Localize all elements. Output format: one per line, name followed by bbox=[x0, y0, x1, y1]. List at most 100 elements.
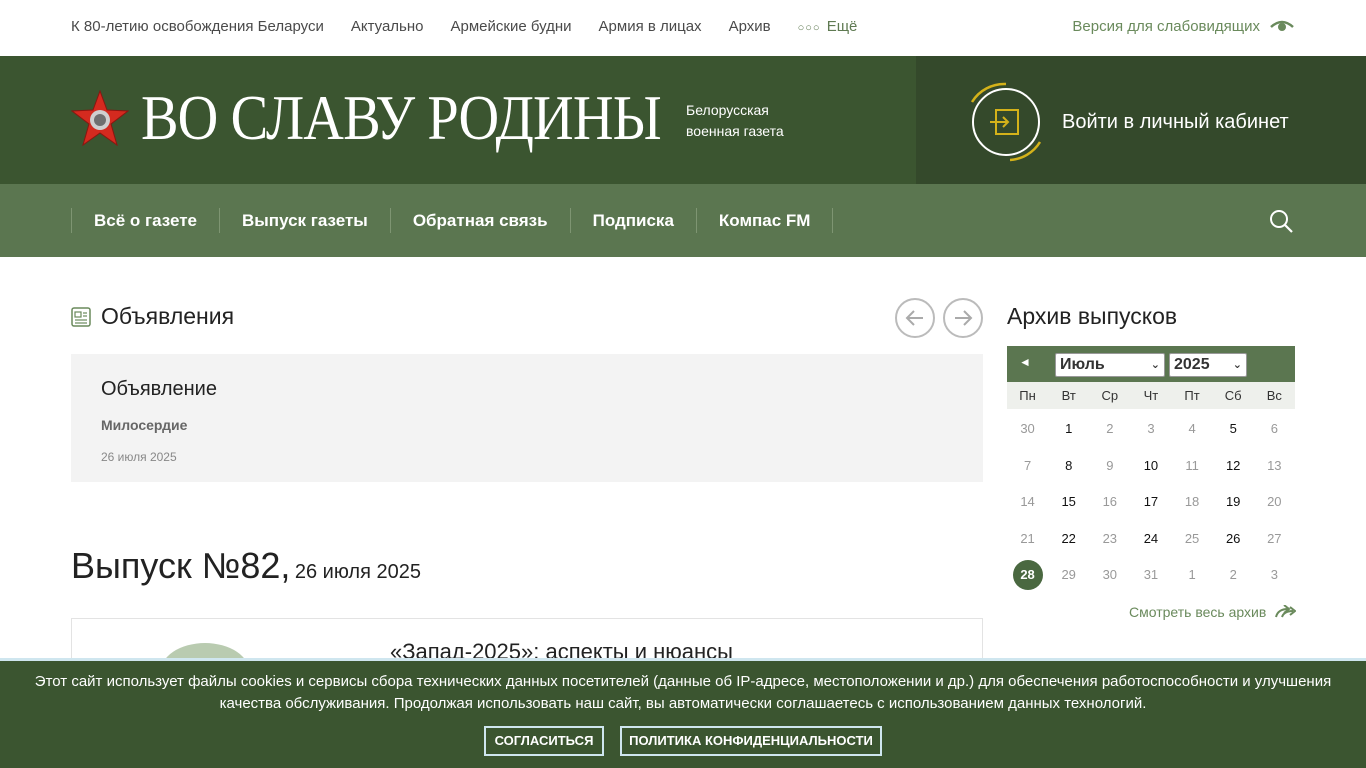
calendar-day-label: 16 bbox=[1102, 494, 1118, 510]
privacy-policy-button[interactable]: ПОЛИТИКА КОНФИДЕНЦИАЛЬНОСТИ bbox=[620, 726, 882, 756]
calendar-day-label: 11 bbox=[1185, 457, 1199, 473]
arrow-left-icon bbox=[905, 310, 923, 326]
calendar-day-label: 15 bbox=[1061, 494, 1076, 510]
announcement-title: Объявление bbox=[101, 378, 217, 400]
calendar-day[interactable]: 12 bbox=[1213, 448, 1254, 485]
calendar-day-label: 31 bbox=[1143, 567, 1159, 583]
calendar-week-row: 28 29 30 31 1 2 3 bbox=[1007, 557, 1295, 594]
calendar-day[interactable]: 10 bbox=[1130, 448, 1171, 485]
calendar-day[interactable]: 17 bbox=[1130, 484, 1171, 521]
calendar-day: 4 bbox=[1172, 411, 1213, 448]
nav-item-feedback[interactable]: Обратная связь bbox=[389, 208, 570, 233]
calendar-day[interactable]: 8 bbox=[1048, 448, 1089, 485]
login-icon bbox=[970, 82, 1042, 162]
top-nav: К 80-летию освобождения Беларуси Актуаль… bbox=[71, 18, 884, 35]
calendar-day-label: 14 bbox=[1020, 494, 1035, 510]
calendar-day: 21 bbox=[1007, 521, 1048, 558]
topnav-item-liberation[interactable]: К 80-летию освобождения Беларуси bbox=[71, 18, 324, 35]
month-select-value: Июль bbox=[1060, 356, 1105, 373]
search-icon[interactable] bbox=[1268, 208, 1294, 234]
calendar-day[interactable]: 5 bbox=[1213, 411, 1254, 448]
calendar-day-label: 27 bbox=[1267, 530, 1282, 546]
low-vision-label: Версия для слабовидящих bbox=[1072, 18, 1260, 35]
calendar-day: 29 bbox=[1048, 557, 1089, 594]
announcements-header: Объявления bbox=[71, 303, 234, 330]
calendar-day-label: 5 bbox=[1229, 421, 1237, 436]
calendar-day[interactable]: 22 bbox=[1048, 521, 1089, 558]
calendar-day[interactable]: 15 bbox=[1048, 484, 1089, 521]
nav-item-issue[interactable]: Выпуск газеты bbox=[219, 208, 390, 233]
calendar-day: 20 bbox=[1254, 484, 1295, 521]
cookie-message-line1: Этот сайт использует файлы cookies и сер… bbox=[34, 673, 1332, 690]
topnav-item-army-faces[interactable]: Армия в лицах bbox=[599, 18, 702, 35]
prev-arrow-button[interactable] bbox=[895, 298, 935, 338]
calendar-grid: 30 1 2 3 4 5 6 7 8 9 10 11 12 13 14 15 16 17 18 19 20 21 22 23 2… bbox=[1007, 411, 1295, 594]
calendar-day-label: 9 bbox=[1106, 457, 1114, 473]
weekday-label: Пт bbox=[1184, 388, 1200, 403]
month-select[interactable]: Июль ⌄ bbox=[1055, 353, 1165, 377]
chevron-down-icon: ⌄ bbox=[1232, 359, 1242, 371]
calendar-day[interactable]: 1 bbox=[1048, 411, 1089, 448]
view-archive-link[interactable]: Смотреть весь архив bbox=[1129, 604, 1297, 620]
calendar-week-row: 30 1 2 3 4 5 6 bbox=[1007, 411, 1295, 448]
issue-number: Выпуск №82, bbox=[71, 545, 291, 586]
calendar-day: 13 bbox=[1254, 448, 1295, 485]
cookie-agree-button[interactable]: СОГЛАСИТЬСЯ bbox=[484, 726, 604, 756]
cookie-message-line2: качества обслуживания. Продолжая использ… bbox=[219, 695, 1147, 712]
weekday-label: Ср bbox=[1101, 388, 1119, 403]
topnav-item-actual[interactable]: Актуально bbox=[351, 18, 424, 35]
announcement-card[interactable]: Объявление Милосердие 26 июля 2025 bbox=[71, 354, 983, 482]
weekday-label: Вс bbox=[1266, 388, 1282, 403]
weekday-label: Вт bbox=[1061, 388, 1076, 403]
login-label: Войти в личный кабинет bbox=[1062, 110, 1289, 133]
calendar-prev-icon[interactable]: ◄ bbox=[1019, 355, 1031, 369]
nav-item-kompas-fm[interactable]: Компас FM bbox=[695, 208, 834, 233]
calendar-week-row: 7 8 9 10 11 12 13 bbox=[1007, 448, 1295, 485]
calendar-day-label: 22 bbox=[1061, 530, 1076, 546]
nav-item-about[interactable]: Всё о газете bbox=[71, 208, 219, 233]
top-bar: К 80-летию освобождения Беларуси Актуаль… bbox=[0, 0, 1366, 56]
issue-heading: Выпуск №82, 26 июля 2025 bbox=[71, 545, 421, 587]
calendar-day: 3 bbox=[1130, 411, 1171, 448]
weekday-label: Сб bbox=[1224, 388, 1242, 403]
login-button[interactable]: Войти в личный кабинет bbox=[966, 82, 1289, 162]
topnav-more-button[interactable]: ○○○ Ещё bbox=[798, 18, 858, 35]
topnav-item-archive[interactable]: Архив bbox=[729, 18, 771, 35]
calendar-weekdays: Пн Вт Ср Чт Пт Сб Вс bbox=[1007, 382, 1295, 409]
calendar-day[interactable]: 26 bbox=[1213, 521, 1254, 558]
calendar-day-label: 2 bbox=[1106, 421, 1114, 436]
calendar-day-label: 2 bbox=[1229, 567, 1237, 583]
calendar-day[interactable]: 24 bbox=[1130, 521, 1171, 558]
calendar-day: 30 bbox=[1007, 411, 1048, 448]
calendar-day-today[interactable]: 28 bbox=[1007, 557, 1048, 594]
calendar-day: 25 bbox=[1172, 521, 1213, 558]
calendar-day-label: 24 bbox=[1143, 530, 1159, 546]
site-subtitle-line1: Белорусская bbox=[686, 102, 769, 118]
weekday-label: Пн bbox=[1019, 388, 1036, 403]
calendar-day: 11 bbox=[1172, 448, 1213, 485]
topnav-item-army-days[interactable]: Армейские будни bbox=[451, 18, 572, 35]
double-arrow-icon bbox=[1275, 605, 1297, 618]
calendar-day: 3 bbox=[1254, 557, 1295, 594]
view-archive-label: Смотреть весь архив bbox=[1129, 604, 1267, 620]
announcement-category: Милосердие bbox=[101, 417, 188, 433]
calendar-day: 14 bbox=[1007, 484, 1048, 521]
next-arrow-button[interactable] bbox=[943, 298, 983, 338]
red-star-logo-icon[interactable] bbox=[71, 90, 129, 146]
low-vision-link[interactable]: Версия для слабовидящих bbox=[1072, 18, 1294, 35]
issue-date: 26 июля 2025 bbox=[294, 561, 421, 583]
topnav-more-label: Ещё bbox=[826, 18, 858, 35]
site-title[interactable]: ВО СЛАВУ РОДИНЫ bbox=[141, 82, 662, 154]
year-select[interactable]: 2025 ⌄ bbox=[1169, 353, 1247, 377]
calendar-day-label: 23 bbox=[1102, 530, 1118, 546]
calendar-day-label: 17 bbox=[1143, 494, 1159, 510]
calendar-day-label: 28 bbox=[1012, 560, 1043, 591]
dots-icon: ○○○ bbox=[797, 22, 821, 34]
archive-title: Архив выпусков bbox=[1007, 303, 1178, 329]
arrow-right-icon bbox=[955, 310, 973, 326]
nav-item-subscription[interactable]: Подписка bbox=[569, 208, 696, 233]
site-subtitle: Белорусская военная газета bbox=[686, 100, 784, 142]
calendar-day[interactable]: 19 bbox=[1213, 484, 1254, 521]
main-nav: Всё о газете Выпуск газеты Обратная связ… bbox=[0, 184, 1366, 257]
calendar-day-label: 8 bbox=[1065, 457, 1073, 473]
